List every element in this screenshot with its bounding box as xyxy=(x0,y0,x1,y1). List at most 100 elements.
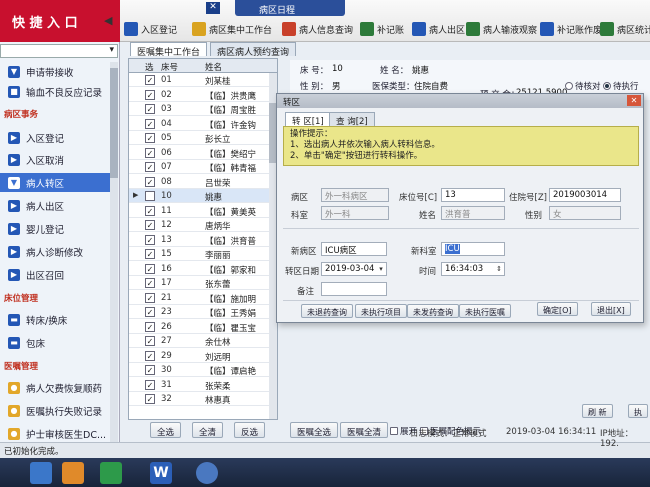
execute-button[interactable]: 执 xyxy=(628,404,648,418)
toolbar-discharge-button[interactable]: 病人出区 xyxy=(412,20,465,38)
sidebar-item-baby[interactable]: ▶ 婴儿登记 xyxy=(0,219,112,238)
row-checkbox[interactable]: ✓ xyxy=(145,292,155,303)
clear-all-button[interactable]: 全清 xyxy=(192,422,224,438)
row-checkbox[interactable]: ✓ xyxy=(145,118,155,129)
row-checkbox[interactable]: ✓ xyxy=(145,133,155,143)
exit-button[interactable]: 退出[X] xyxy=(591,302,631,316)
sidebar-item-admit[interactable]: ▶ 入区登记 xyxy=(0,128,112,147)
table-row[interactable]: ✓ 12 唐炳华 xyxy=(129,218,277,232)
close-tab-icon[interactable]: ✕ xyxy=(206,2,220,14)
unreturned-drug-query-button[interactable]: 未退药查询 xyxy=(301,304,353,318)
row-checkbox[interactable]: ✓ xyxy=(145,394,155,404)
row-checkbox[interactable]: ✓ xyxy=(145,220,155,230)
refresh-button[interactable]: 刷 新 xyxy=(582,404,613,418)
table-row[interactable]: ✓ 11 【临】黄美英 xyxy=(129,204,277,218)
row-checkbox[interactable]: ✓ xyxy=(145,89,155,100)
close-icon[interactable]: ✕ xyxy=(627,95,641,106)
sidebar-item-diagnosis[interactable]: ▶ 病人诊断修改 xyxy=(0,242,112,261)
table-row[interactable]: ✓ 03 【临】周宝胜 xyxy=(129,102,277,116)
sidebar-item-reserve-bed[interactable]: ▬ 包床 xyxy=(0,333,112,352)
table-row[interactable]: ✓ 02 【临】洪贵鹰 xyxy=(129,88,277,102)
row-checkbox[interactable]: ✓ xyxy=(145,147,155,158)
sidebar-item-admit-cancel[interactable]: ▶ 入区取消 xyxy=(0,150,112,169)
row-checkbox[interactable]: ✓ xyxy=(145,379,155,390)
row-checkbox[interactable]: ✓ xyxy=(145,205,155,216)
row-checkbox[interactable]: ✓ xyxy=(145,278,155,288)
tab-query[interactable]: 查 询[2] xyxy=(329,112,375,127)
table-row[interactable]: ✓ 04 【临】许金钩 xyxy=(129,117,277,131)
table-row[interactable]: ✓ 26 【临】瞿玉宝 xyxy=(129,320,277,334)
chevron-down-icon[interactable]: ▾ xyxy=(376,263,386,275)
sidebar-item-change-bed[interactable]: ▬ 转床/换床 xyxy=(0,310,112,329)
admission-field[interactable]: 2019003014 xyxy=(549,188,621,202)
unexecuted-items-button[interactable]: 未执行项目 xyxy=(355,304,407,318)
table-row[interactable]: ✓ 30 【临】谭启艳 xyxy=(129,363,277,377)
sidebar-item-recall[interactable]: ▶ 出区召回 xyxy=(0,265,112,284)
select-all-button[interactable]: 全选 xyxy=(150,422,182,438)
row-checkbox[interactable]: ✓ xyxy=(145,350,155,361)
table-row[interactable]: ✓ 17 张东蕾 xyxy=(129,276,277,290)
row-checkbox[interactable]: ✓ xyxy=(145,162,155,172)
radio-pending-check[interactable]: 待核对 xyxy=(565,80,601,92)
sidebar-item-transfusion[interactable]: ■ 输血不良反应记录 xyxy=(0,82,112,101)
toolbar-void-charge-button[interactable]: 补记账作废 xyxy=(540,20,602,38)
radio-pending-exec[interactable]: 待执行 xyxy=(603,80,639,92)
table-row[interactable]: ✓ 08 吕世荣 xyxy=(129,175,277,189)
new-dept-field[interactable]: ICU xyxy=(441,242,505,256)
sidebar-item-arrears[interactable]: ● 病人欠费恢复顺药 xyxy=(0,378,112,397)
toolbar-patient-query-button[interactable]: 病人信息查询 xyxy=(282,20,353,38)
table-row[interactable]: ✓ 31 张荣柔 xyxy=(129,378,277,392)
row-checkbox[interactable]: ✓ xyxy=(145,365,155,375)
toolbar-report-button[interactable]: 病区统计报表 xyxy=(600,20,650,38)
ward-field[interactable]: 外一科病区 xyxy=(321,188,389,202)
transfer-date-picker[interactable]: 2019-03-04 ▾ xyxy=(321,262,387,276)
tab-transfer[interactable]: 转 区[1] xyxy=(285,112,331,127)
row-checkbox[interactable]: ✓ xyxy=(145,307,155,317)
toolbar-infusion-button[interactable]: 病人输液观察 xyxy=(466,20,537,38)
toolbar-workbench-button[interactable]: 病区集中工作台 xyxy=(192,20,272,38)
row-checkbox[interactable]: ✓ xyxy=(145,321,155,332)
order-clear-all-button[interactable]: 医嘱全清 xyxy=(340,422,389,438)
sidebar-item-application[interactable]: ▼ 申请带接收 xyxy=(0,62,112,81)
table-row[interactable]: ✓ 01 刘某桂 xyxy=(129,73,277,87)
table-row[interactable]: ✓ 16 【临】郭家和 xyxy=(129,262,277,276)
table-row[interactable]: ✓ 15 李丽丽 xyxy=(129,247,277,261)
table-row[interactable]: ✓ 21 【临】施加明 xyxy=(129,291,277,305)
table-row[interactable]: ✓ 13 【临】洪育普 xyxy=(129,233,277,247)
sidebar-item-exec-fail[interactable]: ● 医嘱执行失败记录 xyxy=(0,401,112,420)
sidebar-item-transfer[interactable]: ▼ 病人转区 xyxy=(0,173,112,192)
row-checkbox[interactable]: ✓ xyxy=(145,75,155,85)
spinner-icon[interactable]: ⇕ xyxy=(494,263,504,275)
bed-number-field[interactable]: 13 xyxy=(441,188,505,202)
sidebar-item-nurse-review[interactable]: ● 护士审核医生DC... xyxy=(0,424,112,443)
transfer-time-field[interactable]: 16:34:03 ⇕ xyxy=(441,262,505,276)
invert-select-button[interactable]: 反选 xyxy=(234,422,266,438)
taskbar-hospital-icon[interactable] xyxy=(196,462,218,484)
row-checkbox[interactable]: ✓ xyxy=(145,176,155,187)
order-select-all-button[interactable]: 医嘱全选 xyxy=(290,422,339,438)
table-row[interactable]: ✓ 23 【临】王秀娟 xyxy=(129,305,277,319)
undispensed-query-button[interactable]: 未发药查询 xyxy=(407,304,459,318)
word-icon[interactable]: W xyxy=(150,462,172,484)
dept-field[interactable]: 外一科 xyxy=(321,206,389,220)
table-row[interactable]: ▶ 10 姚惠 xyxy=(129,189,277,203)
table-row[interactable]: ✓ 07 【临】韩青福 xyxy=(129,160,277,174)
table-row[interactable]: ✓ 05 彭长立 xyxy=(129,131,277,145)
patient-sex-field[interactable]: 女 xyxy=(549,206,621,220)
taskbar-chat-icon[interactable] xyxy=(100,462,122,484)
sidebar-item-discharge[interactable]: ▶ 病人出区 xyxy=(0,196,112,215)
taskbar-app-icon[interactable] xyxy=(30,462,52,484)
toolbar-admit-button[interactable]: 入区登记 xyxy=(124,20,177,38)
note-field[interactable] xyxy=(321,282,387,296)
table-row[interactable]: ✓ 29 刘远明 xyxy=(129,349,277,363)
sidebar-module-select[interactable] xyxy=(0,44,118,58)
tab-appointment-query[interactable]: 病区病人预约查询 xyxy=(210,42,297,58)
row-checkbox[interactable]: ✓ xyxy=(145,104,155,114)
row-checkbox[interactable]: ✓ xyxy=(145,249,155,259)
sidebar-scrollbar[interactable] xyxy=(110,62,118,482)
table-row[interactable]: ✓ 32 林惠真 xyxy=(129,392,277,406)
new-ward-field[interactable]: ICU病区 xyxy=(321,242,387,256)
taskbar-folder-icon[interactable] xyxy=(62,462,84,484)
tab-order-workbench[interactable]: 医嘱集中工作台 xyxy=(130,42,208,58)
collapse-arrow-icon[interactable]: ◀ xyxy=(104,14,112,27)
